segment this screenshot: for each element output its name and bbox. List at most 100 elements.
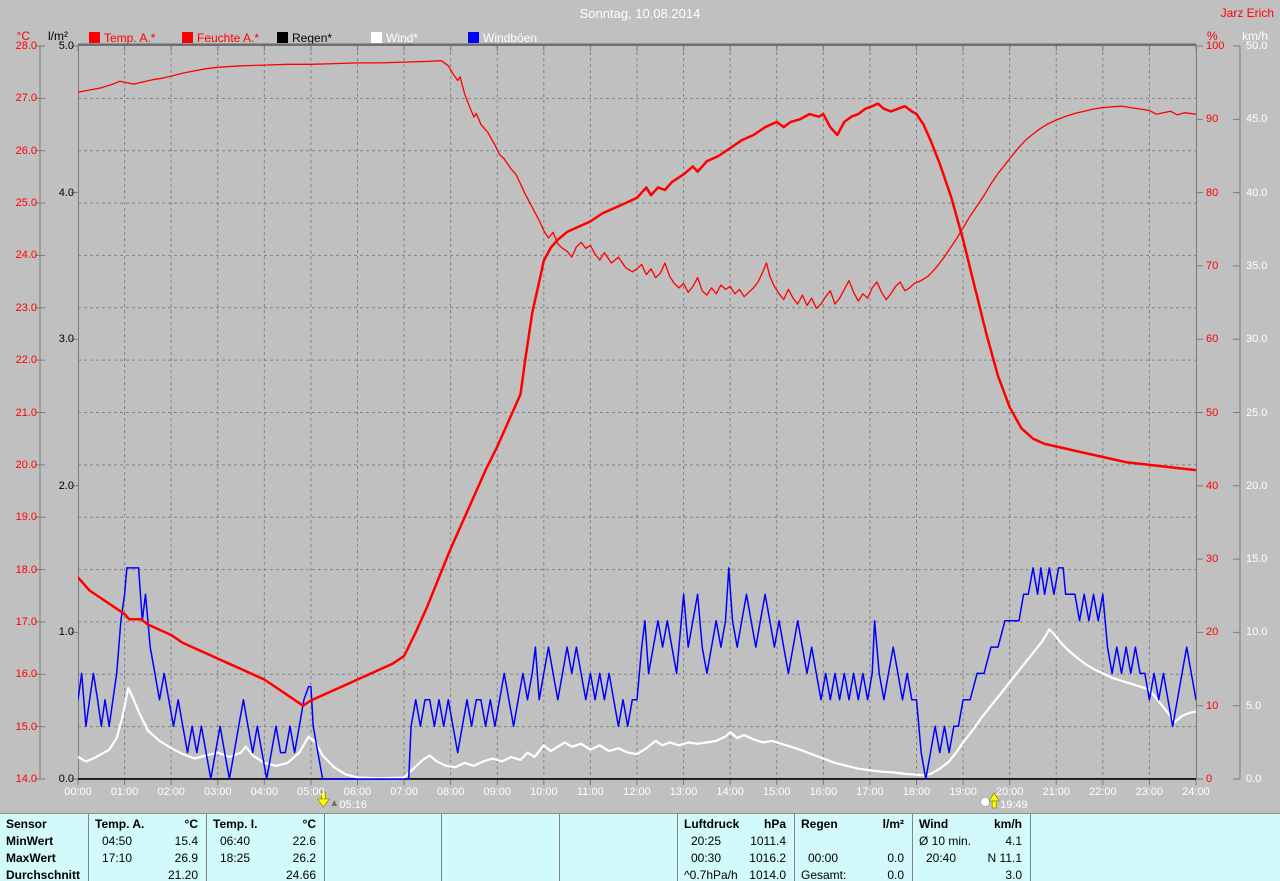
- x-axis-tick-label: 10:00: [530, 786, 558, 798]
- wind-axis-tick-label: 40.0: [1246, 186, 1268, 199]
- gridlines: [78, 46, 1196, 779]
- humidity-axis-tick-label: 30: [1206, 553, 1219, 566]
- humidity-axis-tick-label: 70: [1206, 259, 1219, 272]
- table-cell-value: 15.4: [174, 834, 198, 848]
- table-cell-value: 1016.2: [749, 851, 786, 865]
- x-axis-tick-label: 19:00: [949, 786, 977, 798]
- temp-axis-tick-label: 21.0: [15, 406, 37, 419]
- table-col-unit: km/h: [993, 817, 1022, 831]
- x-axis-tick-label: 11:00: [577, 786, 604, 798]
- table-column-divider: [324, 814, 325, 881]
- table-column-divider: [912, 814, 913, 881]
- table-column-divider: [1030, 814, 1031, 881]
- temp-axis-tick-label: 17.0: [15, 615, 37, 628]
- x-axis-tick-label: 23:00: [1135, 786, 1164, 798]
- wind-axis-tick-label: 25.0: [1246, 406, 1268, 419]
- x-axis-tick-label: 21:00: [1042, 786, 1071, 798]
- table-cell-value: 4.1: [1005, 834, 1022, 848]
- table-col-unit: °C: [302, 817, 316, 831]
- table-col-unit: l/m²: [882, 817, 904, 831]
- x-axis-tick-label: 12:00: [623, 786, 651, 798]
- x-axis-tick-label: 13:00: [669, 786, 698, 798]
- x-axis-tick-label: 01:00: [110, 786, 139, 798]
- table-column-divider: [677, 814, 678, 881]
- table-cell-value: N 11.1: [987, 851, 1022, 865]
- x-axis-tick-label: 06:00: [343, 786, 372, 798]
- table-column-divider: [559, 814, 560, 881]
- table-cell-value: 24.66: [285, 868, 316, 881]
- table-cell-value: 0.0: [887, 851, 904, 865]
- x-axis-tick-label: 14:00: [716, 786, 744, 798]
- chart-plot-area: 05:16 19:49: [35, 43, 1241, 811]
- humidity-axis-tick-label: 80: [1206, 186, 1219, 199]
- rain-axis-tick-label: 3.0: [58, 333, 74, 346]
- table-cell-value: 3.0: [1005, 868, 1022, 881]
- x-axis-tick-label: 17:00: [856, 786, 884, 798]
- table-cell-value: 0.0: [887, 868, 904, 881]
- table-row-label: Sensor: [6, 817, 47, 831]
- wind-axis-tick-label: 5.0: [1246, 699, 1262, 712]
- table-cell-value: 21.20: [167, 868, 198, 881]
- temp-axis-tick-label: 28.0: [15, 40, 37, 52]
- humidity-axis-tick-label: 20: [1206, 626, 1219, 639]
- stats-table: Sensor MinWert MaxWert Durchschnitt Temp. A.…: [0, 813, 1280, 881]
- table-column-divider: [88, 814, 89, 881]
- temp-axis-tick-label: 16.0: [15, 668, 37, 681]
- table-row-label: Durchschnitt: [6, 868, 81, 881]
- table-row-label: MaxWert: [6, 851, 56, 865]
- wind-axis-tick-label: 0.0: [1246, 773, 1262, 785]
- rain-axis-tick-label: 4.0: [58, 186, 74, 199]
- x-axis-tick-label: 00:00: [64, 786, 92, 798]
- table-cell-value: 26.9: [174, 851, 198, 865]
- table-column-divider: [441, 814, 442, 881]
- temp-axis-tick-label: 20.0: [15, 458, 37, 471]
- table-column-divider: [206, 814, 207, 881]
- table-col-unit: hPa: [763, 817, 786, 831]
- wind-axis-tick-label: 15.0: [1246, 553, 1268, 566]
- rain-axis-tick-label: 0.0: [58, 773, 74, 785]
- table-column-divider: [794, 814, 795, 881]
- humidity-axis-tick-label: 60: [1206, 333, 1219, 346]
- temp-axis-tick-label: 22.0: [15, 354, 37, 367]
- x-axis-tick-label: 07:00: [390, 786, 418, 798]
- marker-time-label: 05:16: [339, 799, 367, 811]
- series-temp-a-: [78, 102, 1196, 707]
- marker-time-label: 19:49: [1000, 799, 1028, 811]
- x-axis-tick-label: 09:00: [483, 786, 512, 798]
- x-axis-tick-label: 08:00: [436, 786, 465, 798]
- rain-axis-tick-label: 5.0: [58, 40, 74, 52]
- x-axis-tick-label: 15:00: [762, 786, 791, 798]
- humidity-axis-tick-label: 40: [1206, 479, 1219, 492]
- temp-axis-tick-label: 19.0: [15, 511, 37, 524]
- temp-axis-tick-label: 15.0: [15, 720, 37, 733]
- rain-axis-tick-label: 2.0: [58, 479, 74, 492]
- x-axis-tick-label: 16:00: [809, 786, 838, 798]
- table-row-label: MinWert: [6, 834, 54, 848]
- humidity-axis-tick-label: 50: [1206, 406, 1219, 419]
- x-axis-tick-label: 24:00: [1182, 786, 1210, 798]
- temp-axis-tick-label: 18.0: [15, 563, 37, 576]
- x-axis-tick-label: 02:00: [157, 786, 185, 798]
- table-cell-value: 1014.0: [749, 868, 786, 881]
- table-cell-value: 26.2: [292, 851, 316, 865]
- x-axis-tick-label: 03:00: [203, 786, 232, 798]
- wind-axis-tick-label: 10.0: [1246, 626, 1268, 639]
- temp-axis-tick-label: 27.0: [15, 92, 37, 105]
- temp-axis-tick-label: 24.0: [15, 249, 37, 262]
- rain-axis-tick-label: 1.0: [58, 626, 74, 639]
- x-axis-tick-label: 22:00: [1089, 786, 1117, 798]
- wind-axis-tick-label: 20.0: [1246, 479, 1268, 492]
- weather-station-chart-window: Sonntag, 10.08.2014 Jarz Erich °C l/m² %…: [0, 0, 1280, 881]
- x-axis-tick-label: 18:00: [902, 786, 931, 798]
- humidity-axis-tick-label: 0: [1206, 773, 1213, 785]
- wind-axis-tick-label: 45.0: [1246, 113, 1268, 126]
- temp-axis-tick-label: 23.0: [15, 301, 37, 314]
- humidity-axis-tick-label: 90: [1206, 113, 1219, 126]
- temp-axis-tick-label: 26.0: [15, 144, 37, 157]
- temp-axis-tick-label: 25.0: [15, 197, 37, 210]
- temp-axis-tick-label: 14.0: [15, 773, 37, 785]
- humidity-axis-tick-label: 100: [1206, 40, 1225, 52]
- table-col-unit: °C: [184, 817, 198, 831]
- wind-axis-tick-label: 30.0: [1246, 333, 1268, 346]
- table-cell-value: 1011.4: [750, 834, 786, 848]
